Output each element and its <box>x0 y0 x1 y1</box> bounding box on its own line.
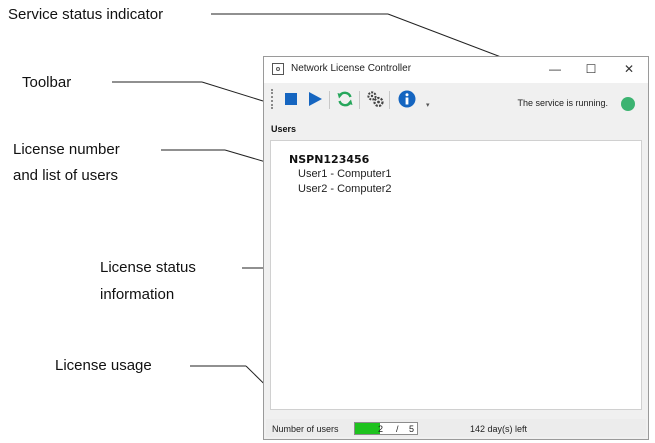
license-days-left: 142 day(s) left <box>470 424 528 434</box>
toolbar-separator <box>359 91 360 109</box>
network-license-controller-window: Network License Controller — ☐ ✕ ▾ The s… <box>263 56 649 440</box>
license-usage-callout: License usage <box>55 357 152 374</box>
list-item[interactable]: User1 - Computer1 <box>298 168 392 180</box>
license-status-callout-line2: information <box>100 286 175 303</box>
title-bar[interactable]: Network License Controller — ☐ ✕ <box>264 57 648 83</box>
current-users-count: 2 <box>377 424 383 434</box>
number-of-users-label: Number of users <box>272 424 339 434</box>
window-title: Network License Controller <box>291 63 412 74</box>
refresh-icon <box>337 91 353 107</box>
start-button[interactable] <box>306 90 324 108</box>
license-usage-fill <box>355 423 380 434</box>
service-status-callout: Service status indicator <box>8 6 164 23</box>
stop-button[interactable] <box>282 90 300 108</box>
toolbar: ▾ The service is running. <box>264 87 648 113</box>
toolbar-grip[interactable] <box>271 89 275 109</box>
refresh-button[interactable] <box>336 90 354 108</box>
license-list-callout-line2: and list of users <box>13 167 119 184</box>
service-status-text: The service is running. <box>517 98 608 108</box>
app-icon <box>272 63 284 75</box>
list-item[interactable]: User2 - Computer2 <box>298 183 392 195</box>
max-users-count: 5 <box>409 424 415 434</box>
maximize-button[interactable]: ☐ <box>576 59 606 79</box>
license-usage-meter: 2 / 5 <box>354 422 418 435</box>
info-icon <box>398 90 416 108</box>
license-list-callout-line1: License number <box>13 141 120 158</box>
users-list-panel[interactable]: NSPN123456 User1 - Computer1 User2 - Com… <box>270 140 642 410</box>
users-heading: Users <box>271 124 297 134</box>
toolbar-callout: Toolbar <box>22 74 72 91</box>
start-icon <box>309 92 322 106</box>
service-status-indicator <box>621 97 635 111</box>
minimize-button[interactable]: — <box>540 59 570 79</box>
toolbar-separator <box>329 91 330 109</box>
usage-separator: / <box>396 424 399 434</box>
stop-icon <box>285 93 297 105</box>
settings-button[interactable] <box>366 90 384 108</box>
close-button[interactable]: ✕ <box>614 59 644 79</box>
settings-icon <box>367 91 384 108</box>
toolbar-separator <box>389 91 390 109</box>
info-button[interactable] <box>398 90 416 108</box>
toolbar-callout-line <box>201 81 264 102</box>
status-bar: Number of users 2 / 5 142 day(s) left <box>266 419 646 437</box>
license-status-callout-line1: License status <box>100 259 196 276</box>
license-number: NSPN123456 <box>289 153 370 166</box>
toolbar-overflow-icon[interactable]: ▾ <box>426 101 430 109</box>
